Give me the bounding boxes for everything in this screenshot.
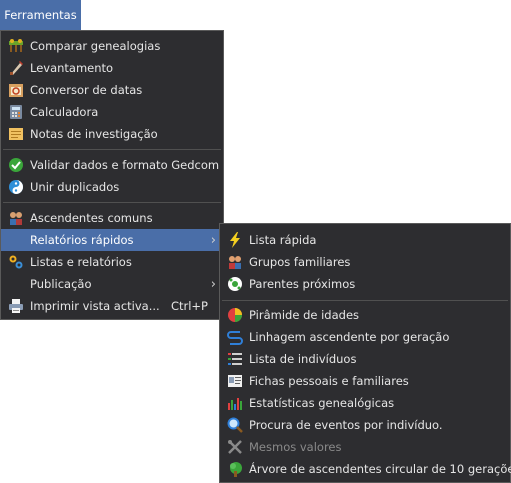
menu-item-merge-duplicates[interactable]: Unir duplicados <box>1 176 223 198</box>
magnifier-icon <box>227 417 243 433</box>
compare-trees-icon <box>9 39 23 52</box>
common-ancestors-icon <box>10 212 22 225</box>
menu-item-label: Árvore de ascendentes circular de 10 ger… <box>249 462 511 476</box>
submenu-item-quick-list[interactable]: Lista rápida <box>220 229 510 251</box>
menu-item-label: Grupos familiares <box>249 255 351 269</box>
menu-item-label: Pirâmide de idades <box>249 308 360 322</box>
menu-item-label: Parentes próximos <box>249 277 356 291</box>
menu-item-label: Imprimir vista activa... <box>30 299 160 313</box>
research-notes-icon <box>9 128 23 140</box>
id-card-icon <box>228 375 242 387</box>
tools-dropdown-menu: Comparar genealogias Levantamento Conver… <box>0 30 224 320</box>
submenu-item-circular-ancestor-tree[interactable]: Árvore de ascendentes circular de 10 ger… <box>220 458 511 480</box>
lists-reports-icon <box>9 255 23 269</box>
menu-item-label: Notas de investigação <box>30 127 158 141</box>
menu-item-label: Linhagem ascendente por geração <box>249 330 450 344</box>
list-icon <box>228 353 242 365</box>
submenu-item-genealogical-statistics[interactable]: Estatísticas genealógicas <box>220 392 510 414</box>
menu-item-lists-reports[interactable]: Listas e relatórios <box>1 251 223 273</box>
date-converter-icon <box>9 84 23 97</box>
menu-item-label: Calculadora <box>30 105 99 119</box>
calculator-icon <box>10 105 22 119</box>
menu-item-publication[interactable]: Publicação › <box>1 273 223 295</box>
tools-icon <box>228 440 242 454</box>
menu-item-label: Relatórios rápidos <box>30 233 134 247</box>
validate-check-icon <box>9 158 23 172</box>
menu-ferramentas-label: Ferramentas <box>4 8 77 22</box>
shortcut-label: Ctrl+P <box>170 299 208 313</box>
menu-item-common-ancestors[interactable]: Ascendentes comuns <box>1 207 223 229</box>
submenu-item-family-groups[interactable]: Grupos familiares <box>220 251 510 273</box>
menu-item-validate-gedcom[interactable]: Validar dados e formato Gedcom <box>1 154 223 176</box>
menu-item-quick-reports[interactable]: Relatórios rápidos › <box>1 229 223 251</box>
menu-item-survey[interactable]: Levantamento <box>1 57 223 79</box>
menu-item-print-active-view[interactable]: Imprimir vista activa... Ctrl+P <box>1 295 223 317</box>
submenu-arrow-icon: › <box>210 232 216 248</box>
menu-item-label: Levantamento <box>30 61 114 75</box>
submenu-item-individual-list[interactable]: Lista de indivíduos <box>220 348 510 370</box>
merge-duplicates-icon <box>9 180 23 194</box>
menu-separator <box>3 202 221 203</box>
quick-reports-submenu: Lista rápida Grupos familiares Parentes … <box>219 223 511 483</box>
submenu-item-close-relatives[interactable]: Parentes próximos <box>220 273 510 295</box>
menu-item-compare-trees[interactable]: Comparar genealogias <box>1 35 223 57</box>
submenu-arrow-icon: › <box>210 276 216 292</box>
circular-tree-icon <box>230 462 242 477</box>
menu-item-label: Mesmos valores <box>249 440 342 454</box>
menu-item-label: Ascendentes comuns <box>30 211 153 225</box>
menu-item-label: Procura de eventos por indivíduo. <box>249 418 443 432</box>
menu-item-research-notes[interactable]: Notas de investigação <box>1 123 223 145</box>
lineage-icon <box>227 331 243 345</box>
submenu-item-event-search[interactable]: Procura de eventos por indivíduo. <box>220 414 510 436</box>
menu-item-label: Publicação <box>30 277 92 291</box>
menu-item-calculator[interactable]: Calculadora <box>1 101 223 123</box>
menu-item-label: Conversor de datas <box>30 83 143 97</box>
menu-item-label: Listas e relatórios <box>30 255 132 269</box>
menu-item-label: Estatísticas genealógicas <box>249 396 395 410</box>
menu-item-label: Unir duplicados <box>30 180 120 194</box>
menu-item-label: Lista de indivíduos <box>249 352 357 366</box>
lightning-icon <box>230 232 240 248</box>
family-group-icon <box>229 256 241 269</box>
pie-chart-icon <box>228 308 242 322</box>
menu-item-label: Lista rápida <box>249 233 317 247</box>
submenu-item-same-values[interactable]: Mesmos valores <box>220 436 510 458</box>
submenu-item-ancestral-lineage[interactable]: Linhagem ascendente por geração <box>220 326 510 348</box>
menu-item-label: Comparar genealogias <box>30 39 161 53</box>
menu-item-label: Validar dados e formato Gedcom <box>30 158 220 172</box>
menu-item-date-converter[interactable]: Conversor de datas <box>1 79 223 101</box>
menu-item-label: Fichas pessoais e familiares <box>249 374 409 388</box>
statistics-icon <box>228 398 242 410</box>
submenu-item-age-pyramid[interactable]: Pirâmide de idades <box>220 304 510 326</box>
menu-ferramentas[interactable]: Ferramentas <box>0 0 81 30</box>
survey-icon <box>10 61 23 75</box>
submenu-item-personal-family-sheets[interactable]: Fichas pessoais e familiares <box>220 370 510 392</box>
close-relatives-icon <box>228 277 242 291</box>
printer-icon <box>9 299 23 313</box>
menu-separator <box>222 300 508 301</box>
menu-separator <box>3 149 221 150</box>
